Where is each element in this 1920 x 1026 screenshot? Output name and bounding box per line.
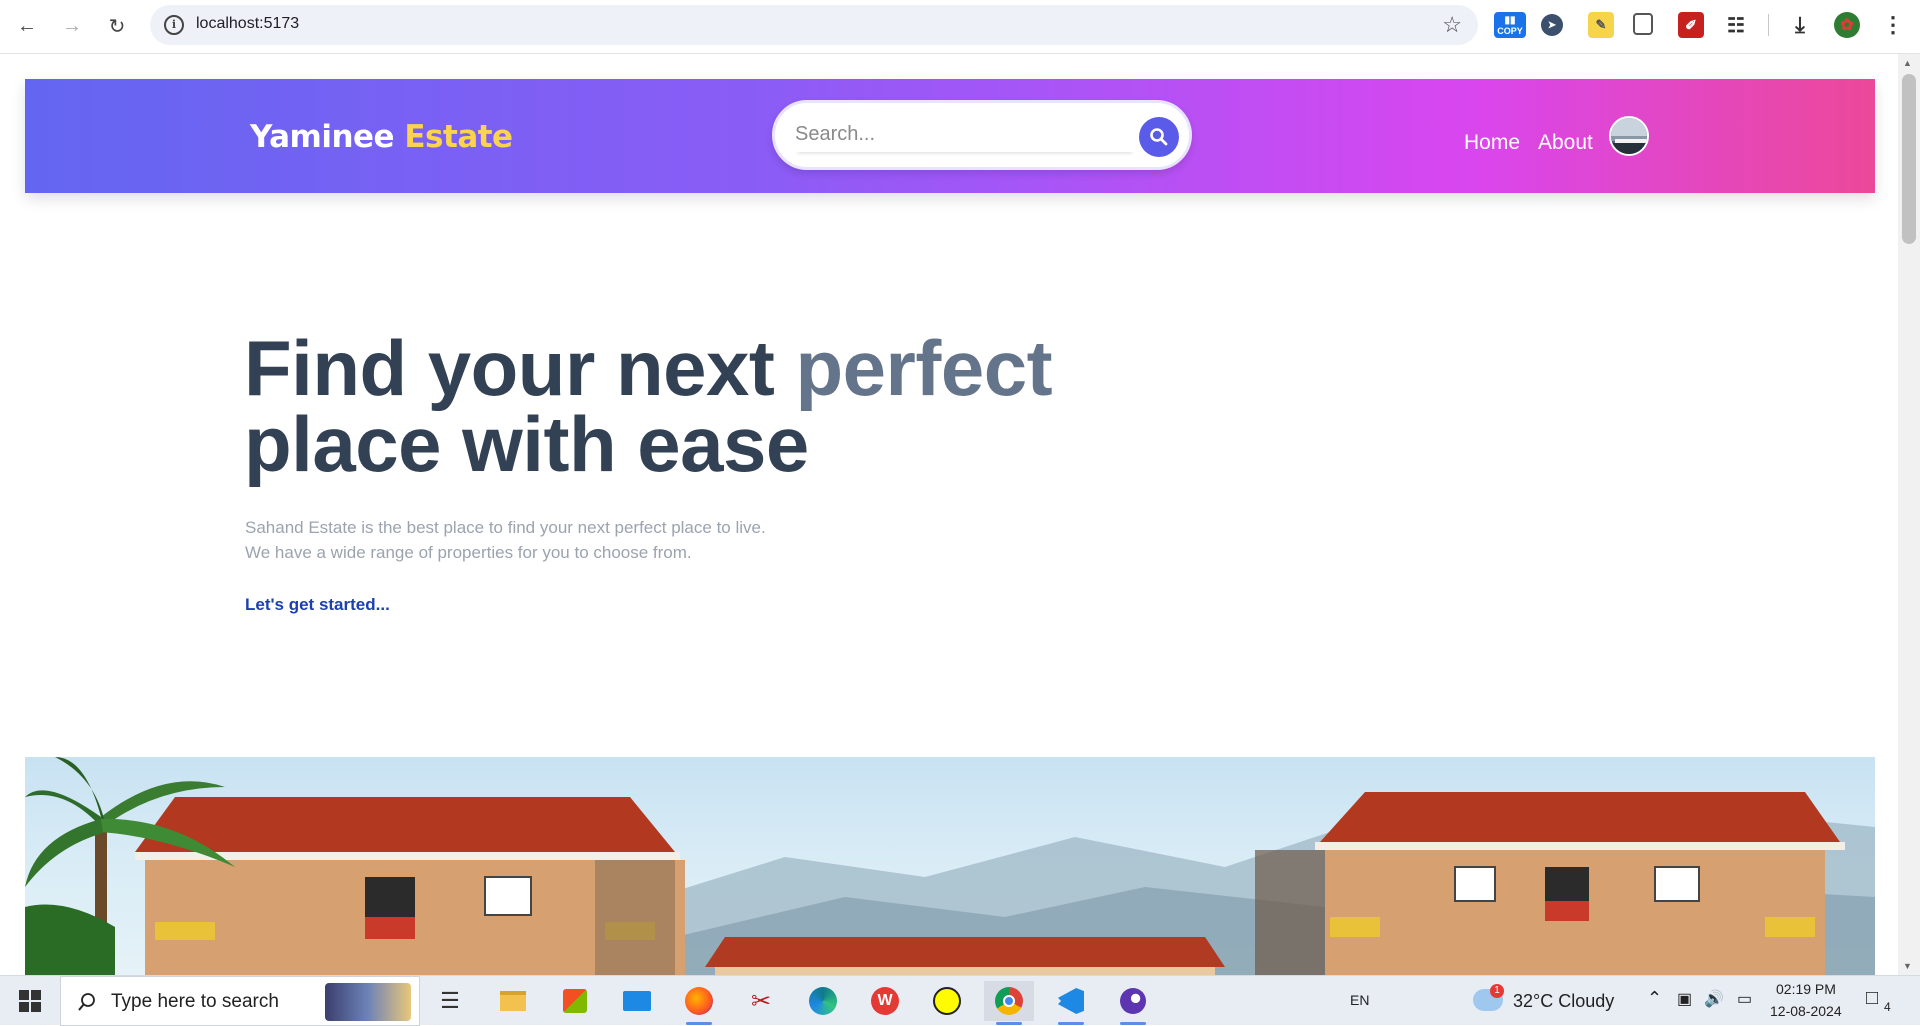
toolbar-divider <box>1768 14 1769 36</box>
file-explorer-icon[interactable] <box>488 981 538 1021</box>
search-highlight-image <box>325 983 411 1021</box>
taskbar-search-icon <box>78 993 95 1011</box>
profile-avatar[interactable]: ✿ <box>1834 12 1860 38</box>
search-button[interactable] <box>1139 117 1179 157</box>
address-bar[interactable]: i localhost:5173 ☆ <box>150 5 1478 45</box>
taskbar-search-placeholder: Type here to search <box>111 991 279 1012</box>
logo-primary-text: Yaminee <box>250 119 395 155</box>
weather-text[interactable]: 32°C Cloudy <box>1513 991 1614 1012</box>
browser-app-icon[interactable] <box>1108 981 1158 1025</box>
hero-description-line2: We have a wide range of properties for y… <box>245 543 692 562</box>
user-avatar[interactable] <box>1609 116 1649 156</box>
edge-icon[interactable] <box>798 981 848 1021</box>
notification-center-icon[interactable]: □ <box>1866 987 1878 1010</box>
search-icon <box>1150 128 1168 146</box>
back-icon[interactable]: ← <box>12 11 42 41</box>
mail-icon[interactable] <box>612 981 662 1021</box>
page-viewport: Yaminee Estate Home About Find your nex <box>0 54 1898 975</box>
wps-office-icon[interactable]: W <box>860 981 910 1021</box>
vscode-icon[interactable] <box>1046 981 1096 1025</box>
notification-count: 4 <box>1884 1000 1891 1014</box>
hero-title-line2: place with ease <box>244 400 809 488</box>
snipping-tool-icon[interactable]: ✂ <box>736 981 786 1021</box>
battery-icon[interactable]: ▭ <box>1737 989 1752 1009</box>
puzzle-extension-icon[interactable]: ☷ <box>1723 12 1749 38</box>
hero-title-accent: perfect <box>795 324 1053 412</box>
scroll-down-icon[interactable]: ▼ <box>1903 961 1912 971</box>
hero-title-part1: Find your next <box>244 324 775 412</box>
chrome-icon[interactable] <box>984 981 1034 1025</box>
hero-description: Sahand Estate is the best place to find … <box>245 515 766 565</box>
bookmark-star-icon[interactable]: ☆ <box>1442 12 1462 38</box>
reload-icon[interactable]: ↻ <box>102 11 132 41</box>
forward-icon[interactable]: → <box>57 11 87 41</box>
taskbar-search[interactable]: Type here to search <box>60 976 420 1026</box>
weather-badge: 1 <box>1490 984 1504 998</box>
nav-home-link[interactable]: Home <box>1464 131 1520 155</box>
search-form <box>772 100 1192 170</box>
language-indicator[interactable]: EN <box>1350 992 1369 1008</box>
menu-kebab-icon[interactable]: ⋮ <box>1880 12 1906 38</box>
pdf-extension-icon[interactable]: ✐ <box>1678 12 1704 38</box>
site-info-icon[interactable]: i <box>164 15 184 35</box>
ms-store-icon[interactable] <box>550 981 600 1021</box>
houses-illustration <box>25 757 1875 975</box>
tray-chevron-icon[interactable]: ⌃ <box>1647 988 1662 1009</box>
site-header: Yaminee Estate Home About <box>25 79 1875 193</box>
browser-toolbar: ← → ↻ i localhost:5173 ☆ ▮▮ COPY ➤ ✎ ✐ ☷ … <box>0 0 1920 54</box>
download-icon[interactable]: ⤓ <box>1787 12 1813 38</box>
note-extension-icon[interactable]: ✎ <box>1588 12 1614 38</box>
task-view-icon[interactable]: ☰ <box>425 981 475 1021</box>
get-started-link[interactable]: Let's get started... <box>245 595 390 615</box>
nav-about-link[interactable]: About <box>1538 131 1593 155</box>
volume-icon[interactable]: 🔊 <box>1704 989 1724 1009</box>
hero-description-line1: Sahand Estate is the best place to find … <box>245 518 766 537</box>
site-logo[interactable]: Yaminee Estate <box>250 119 513 155</box>
scroll-up-icon[interactable]: ▲ <box>1903 58 1912 68</box>
copy-extension-label: COPY <box>1497 25 1523 36</box>
page-scrollbar[interactable]: ▲ ▼ <box>1898 54 1920 975</box>
hero-banner-image <box>25 757 1875 975</box>
url-text[interactable]: localhost:5173 <box>196 15 299 33</box>
snapchat-icon[interactable] <box>922 981 972 1021</box>
scrollbar-thumb[interactable] <box>1902 74 1916 244</box>
hero-title: Find your next perfect place with ease <box>244 329 1053 483</box>
os-taskbar: Type here to search ☰ ✂ W EN 1 32°C Clou… <box>0 975 1920 1026</box>
clock-time[interactable]: 02:19 PM <box>1776 981 1836 997</box>
clock-date[interactable]: 12-08-2024 <box>1770 1003 1842 1019</box>
meet-now-icon[interactable]: ▣ <box>1677 989 1692 1009</box>
cursor-extension-icon[interactable]: ➤ <box>1541 14 1563 36</box>
tab-extension-icon[interactable] <box>1633 13 1653 35</box>
copy-extension-icon[interactable]: ▮▮ COPY <box>1494 12 1526 38</box>
avatar-image <box>1611 118 1647 154</box>
search-input[interactable] <box>795 116 1135 152</box>
windows-start-icon[interactable] <box>5 981 55 1021</box>
firefox-icon[interactable] <box>674 981 724 1025</box>
logo-accent-text: Estate <box>404 119 513 155</box>
